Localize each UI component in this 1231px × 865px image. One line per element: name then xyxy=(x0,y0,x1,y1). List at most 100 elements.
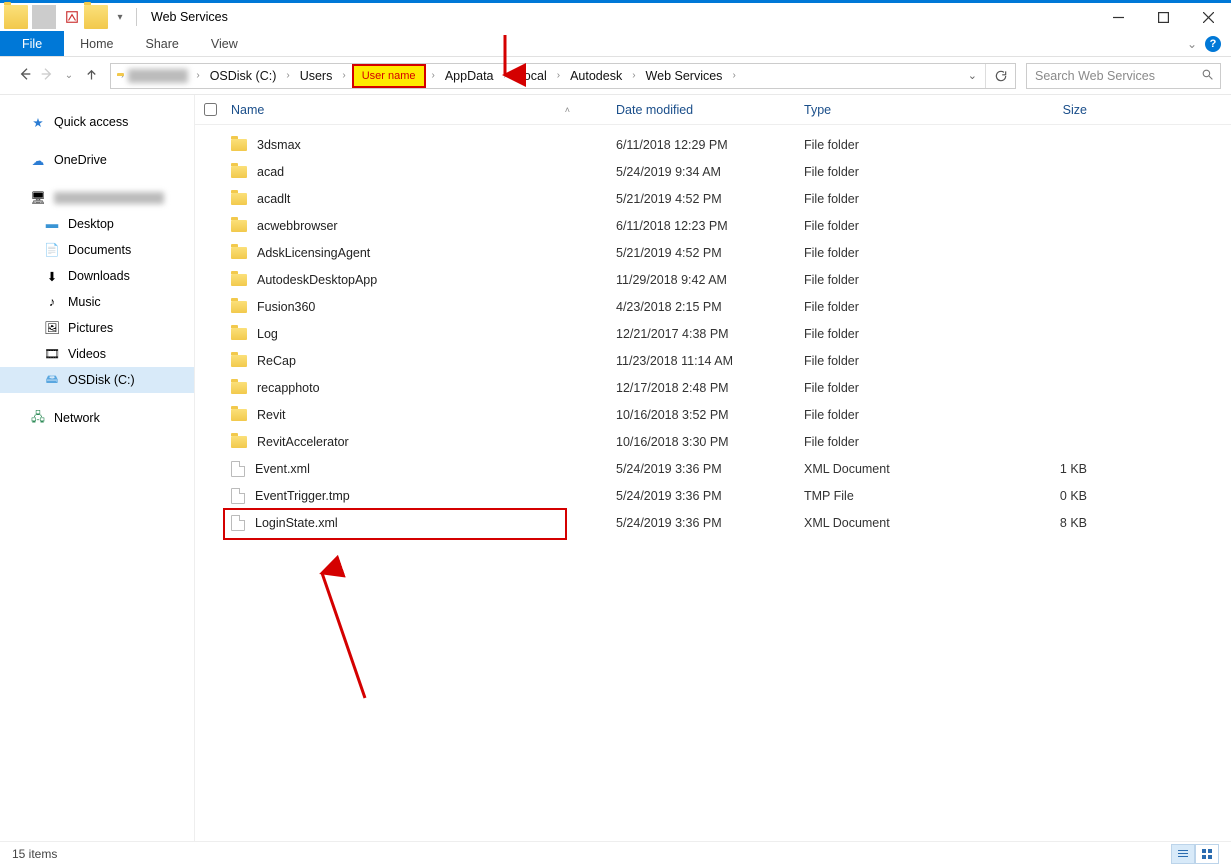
file-date: 5/21/2019 4:52 PM xyxy=(610,192,798,206)
table-row[interactable]: Fusion3604/23/2018 2:15 PMFile folder xyxy=(195,293,1231,320)
sidebar-thispc-redacted[interactable]: 🖥 xyxy=(0,185,194,211)
view-details-button[interactable] xyxy=(1171,844,1195,864)
folder-icon xyxy=(231,193,247,205)
breadcrumb-appdata[interactable]: AppData xyxy=(439,64,500,88)
breadcrumb-sep[interactable]: › xyxy=(500,70,511,81)
sidebar-label: Network xyxy=(54,411,100,425)
explorer-icon xyxy=(4,5,28,29)
file-name: recapphoto xyxy=(257,381,320,395)
sidebar-pictures[interactable]: 🖼 Pictures xyxy=(0,315,194,341)
address-bar[interactable]: › › OSDisk (C:) › Users › User name › Ap… xyxy=(110,63,1016,89)
forward-button[interactable] xyxy=(38,66,56,85)
table-row[interactable]: RevitAccelerator10/16/2018 3:30 PMFile f… xyxy=(195,428,1231,455)
sidebar-downloads[interactable]: ⬇ Downloads xyxy=(0,263,194,289)
column-name[interactable]: Name ˄ xyxy=(225,103,610,117)
file-date: 5/24/2019 3:36 PM xyxy=(610,516,798,530)
tab-home[interactable]: Home xyxy=(64,31,129,56)
table-row[interactable]: Event.xml5/24/2019 3:36 PMXML Document1 … xyxy=(195,455,1231,482)
file-date: 10/16/2018 3:52 PM xyxy=(610,408,798,422)
folder-icon xyxy=(231,355,247,367)
up-button[interactable] xyxy=(82,67,100,85)
sidebar-documents[interactable]: 📄 Documents xyxy=(0,237,194,263)
table-row[interactable]: AutodeskDesktopApp11/29/2018 9:42 AMFile… xyxy=(195,266,1231,293)
navigation-pane: ★ Quick access ☁ OneDrive 🖥 ▬ Desktop 📄 … xyxy=(0,95,195,841)
sidebar-label: Music xyxy=(68,295,101,309)
music-icon: ♪ xyxy=(44,294,60,310)
breadcrumb-username-highlight[interactable]: User name xyxy=(352,64,426,88)
column-date[interactable]: Date modified xyxy=(610,103,798,117)
select-all-checkbox[interactable] xyxy=(195,100,225,119)
breadcrumb-local[interactable]: Local xyxy=(511,64,553,88)
file-type: File folder xyxy=(798,354,983,368)
tab-view[interactable]: View xyxy=(195,31,254,56)
table-row[interactable]: acadlt5/21/2019 4:52 PMFile folder xyxy=(195,185,1231,212)
pictures-icon: 🖼 xyxy=(44,320,60,336)
desktop-icon: ▬ xyxy=(44,216,60,232)
breadcrumb-sep[interactable]: › xyxy=(628,70,639,81)
file-type: File folder xyxy=(798,327,983,341)
sidebar-quick-access[interactable]: ★ Quick access xyxy=(0,109,194,135)
help-icon[interactable]: ? xyxy=(1205,36,1221,52)
refresh-button[interactable] xyxy=(985,64,1015,88)
title-divider xyxy=(136,8,137,26)
back-button[interactable] xyxy=(16,66,34,85)
tab-share[interactable]: Share xyxy=(130,31,195,56)
column-type[interactable]: Type xyxy=(798,103,983,117)
new-folder-icon[interactable] xyxy=(84,5,108,29)
breadcrumb-users[interactable]: Users xyxy=(294,64,339,88)
sidebar-label: OSDisk (C:) xyxy=(68,373,135,387)
table-row[interactable]: recapphoto12/17/2018 2:48 PMFile folder xyxy=(195,374,1231,401)
view-large-icons-button[interactable] xyxy=(1195,844,1219,864)
table-row[interactable]: ReCap11/23/2018 11:14 AMFile folder xyxy=(195,347,1231,374)
sidebar-network[interactable]: 🖧 Network xyxy=(0,405,194,431)
qat-customize-icon[interactable]: ▾ xyxy=(108,5,132,29)
sidebar-label: OneDrive xyxy=(54,153,107,167)
cloud-icon: ☁ xyxy=(30,152,46,168)
recent-locations-button[interactable]: ⌄ xyxy=(60,70,78,81)
maximize-button[interactable] xyxy=(1141,3,1186,32)
search-box[interactable] xyxy=(1026,63,1221,89)
nav-bar: ⌄ › › OSDisk (C:) › Users › User name › … xyxy=(0,57,1231,95)
file-name: Revit xyxy=(257,408,285,422)
breadcrumb-sep[interactable]: › xyxy=(428,70,439,81)
sidebar-onedrive[interactable]: ☁ OneDrive xyxy=(0,147,194,173)
sidebar-desktop[interactable]: ▬ Desktop xyxy=(0,211,194,237)
sidebar-redacted xyxy=(54,192,164,204)
window-title: Web Services xyxy=(151,10,228,24)
table-row[interactable]: 3dsmax6/11/2018 12:29 PMFile folder xyxy=(195,131,1231,158)
properties-icon[interactable] xyxy=(60,5,84,29)
file-date: 12/17/2018 2:48 PM xyxy=(610,381,798,395)
sidebar-music[interactable]: ♪ Music xyxy=(0,289,194,315)
search-input[interactable] xyxy=(1033,68,1201,84)
table-row[interactable]: AdskLicensingAgent5/21/2019 4:52 PMFile … xyxy=(195,239,1231,266)
sidebar-osdisk[interactable]: 🖴 OSDisk (C:) xyxy=(0,367,194,393)
minimize-button[interactable] xyxy=(1096,3,1141,32)
table-row[interactable]: Log12/21/2017 4:38 PMFile folder xyxy=(195,320,1231,347)
file-type: File folder xyxy=(798,273,983,287)
table-row[interactable]: LoginState.xml5/24/2019 3:36 PMXML Docum… xyxy=(195,509,1231,536)
search-icon[interactable] xyxy=(1201,68,1214,84)
breadcrumb-webservices[interactable]: Web Services xyxy=(640,64,729,88)
column-size[interactable]: Size xyxy=(983,103,1103,117)
breadcrumb-sep[interactable]: › xyxy=(117,70,128,81)
file-icon xyxy=(231,488,245,504)
breadcrumb-sep[interactable]: › xyxy=(192,70,203,81)
ribbon-expand-icon[interactable]: ⌄ xyxy=(1187,37,1197,51)
breadcrumb-sep[interactable]: › xyxy=(553,70,564,81)
breadcrumb-sep[interactable]: › xyxy=(282,70,293,81)
sidebar-label: Desktop xyxy=(68,217,114,231)
breadcrumb-osdisk[interactable]: OSDisk (C:) xyxy=(204,64,283,88)
table-row[interactable]: acwebbrowser6/11/2018 12:23 PMFile folde… xyxy=(195,212,1231,239)
table-row[interactable]: EventTrigger.tmp5/24/2019 3:36 PMTMP Fil… xyxy=(195,482,1231,509)
sidebar-videos[interactable]: 🎞 Videos xyxy=(0,341,194,367)
tab-file[interactable]: File xyxy=(0,31,64,56)
address-history-dropdown[interactable]: ⌄ xyxy=(960,69,985,82)
file-name: RevitAccelerator xyxy=(257,435,349,449)
breadcrumb-sep[interactable]: › xyxy=(338,70,349,81)
close-button[interactable] xyxy=(1186,3,1231,32)
table-row[interactable]: Revit10/16/2018 3:52 PMFile folder xyxy=(195,401,1231,428)
breadcrumb-sep[interactable]: › xyxy=(728,70,739,81)
table-row[interactable]: acad5/24/2019 9:34 AMFile folder xyxy=(195,158,1231,185)
breadcrumb-autodesk[interactable]: Autodesk xyxy=(564,64,628,88)
file-name: LoginState.xml xyxy=(255,516,338,530)
